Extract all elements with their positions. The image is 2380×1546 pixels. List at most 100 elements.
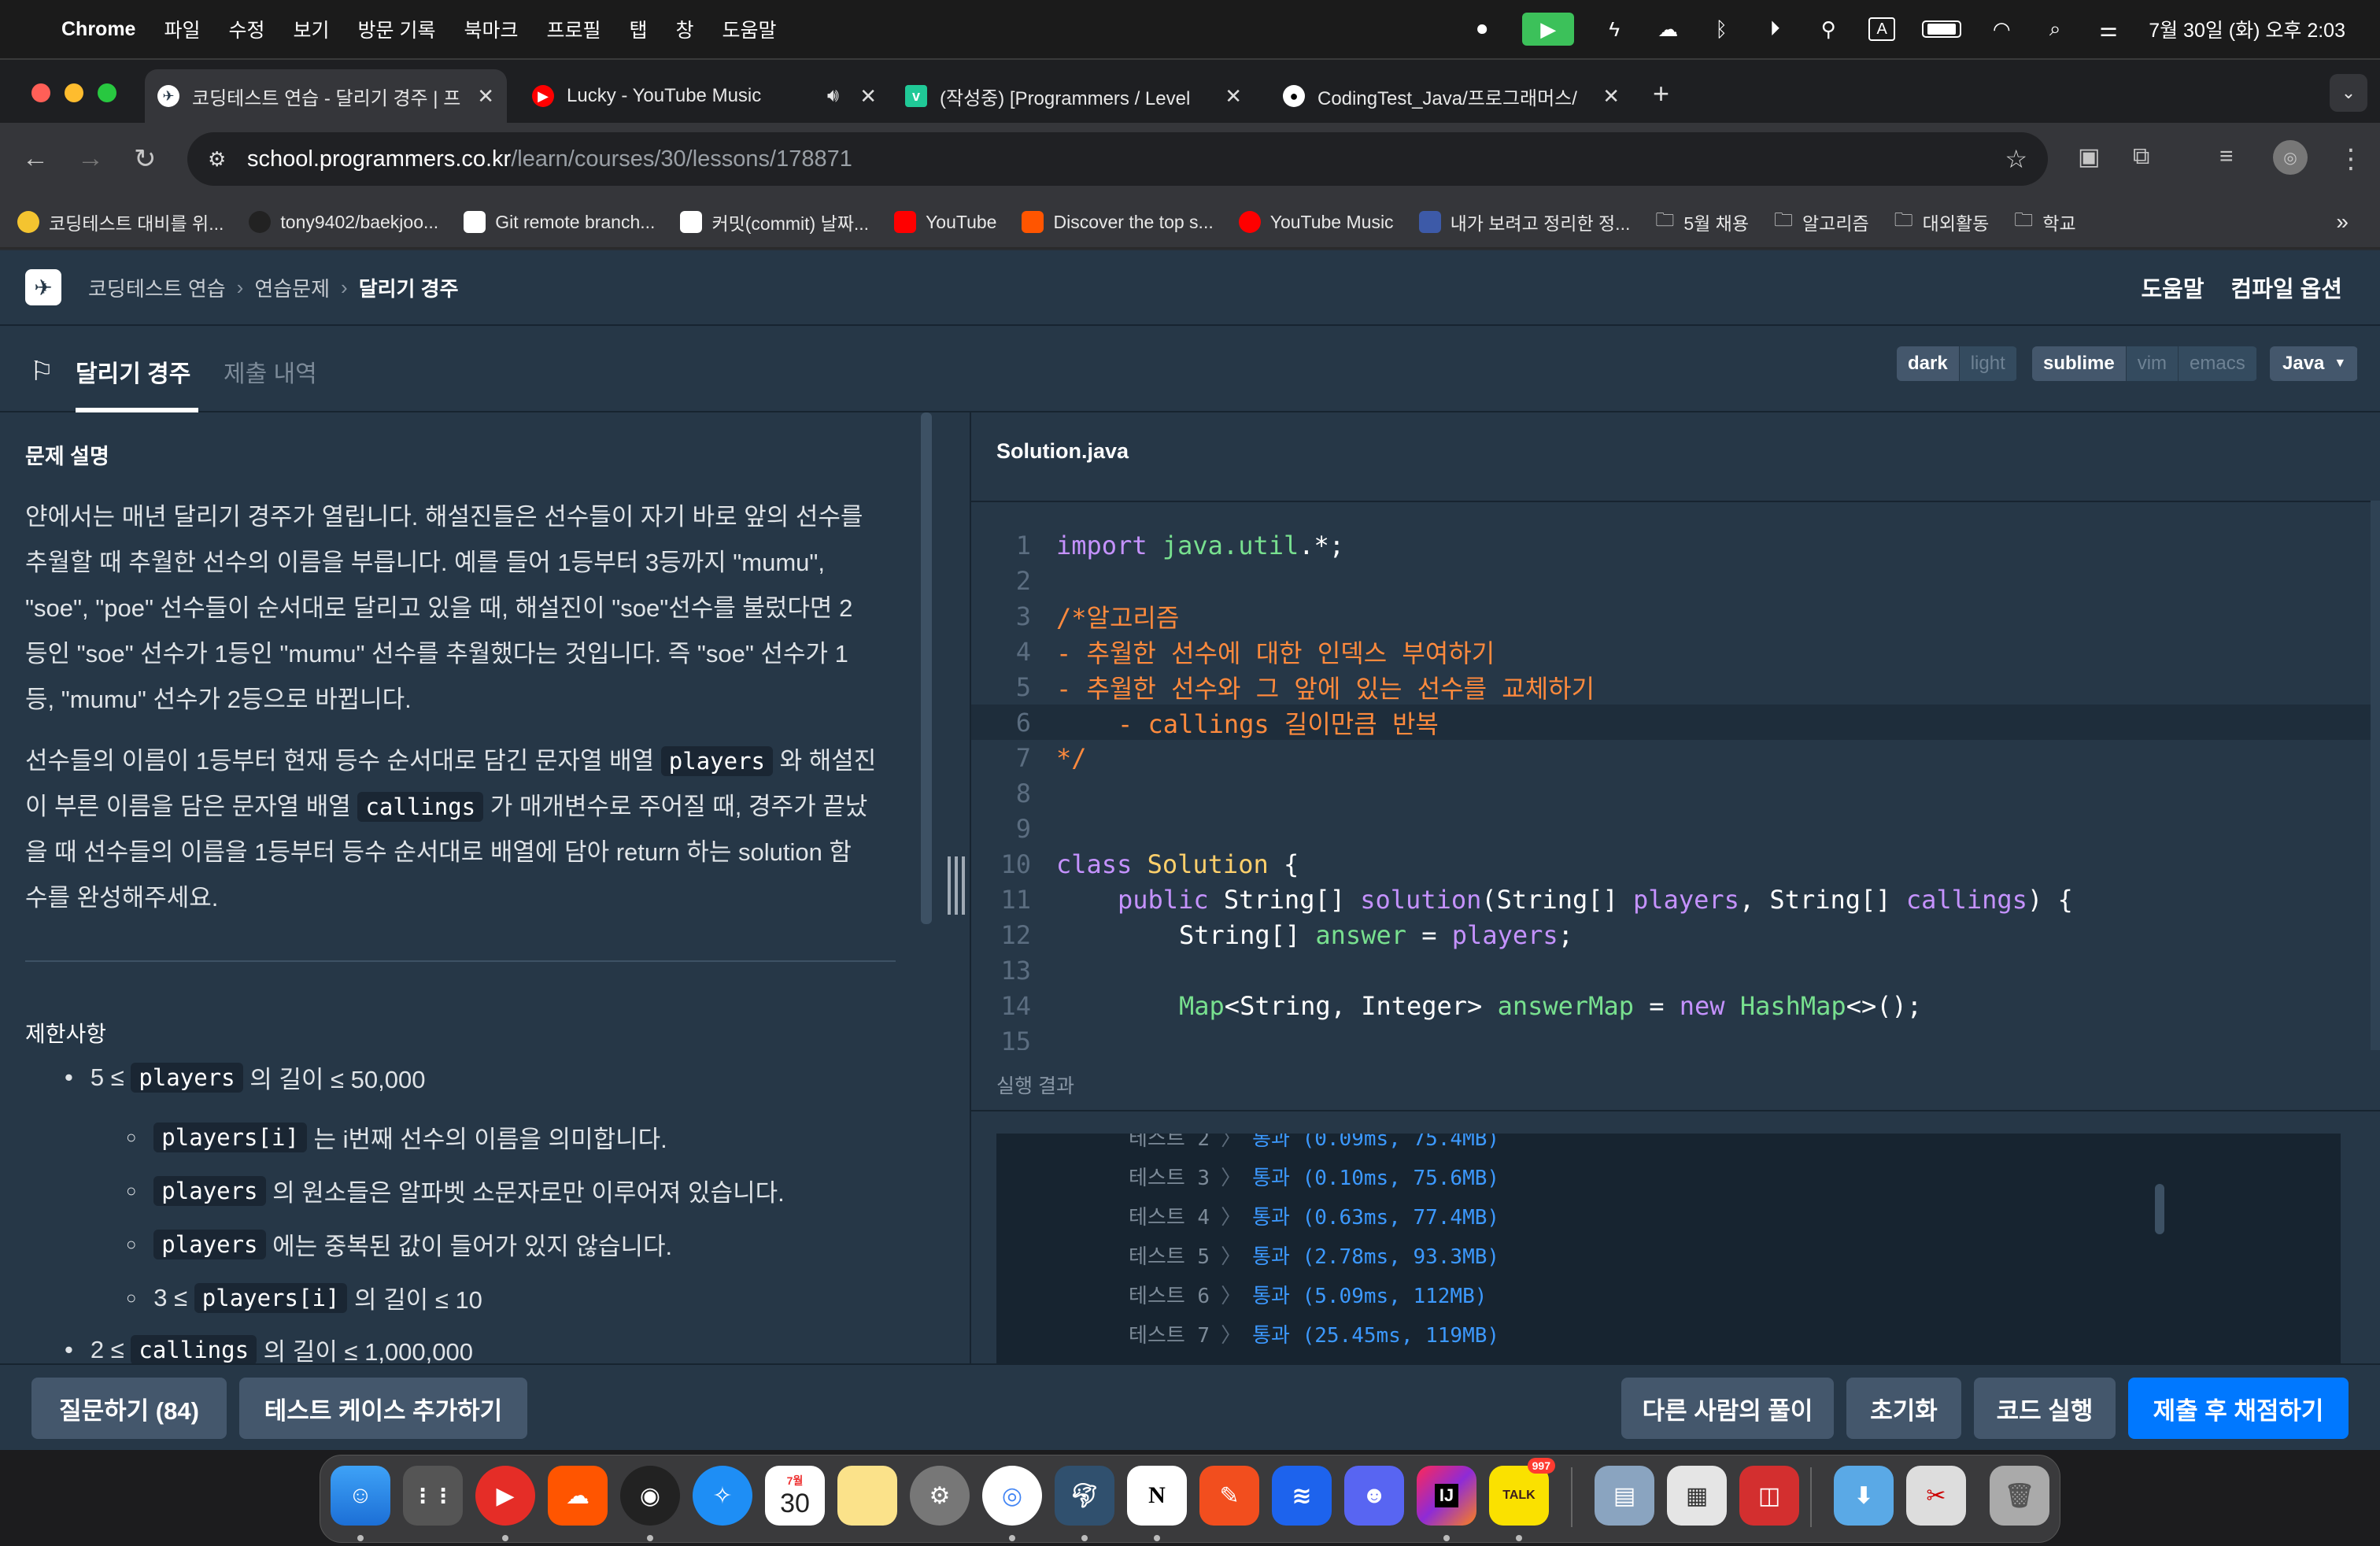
preview-icon[interactable]: ▤ <box>1595 1466 1654 1526</box>
bookmark-item[interactable]: Git remote branch... <box>464 211 655 233</box>
run-code-button[interactable]: 코드 실행 <box>1974 1378 2116 1439</box>
help-link[interactable]: 도움말 <box>2141 271 2204 304</box>
new-tab-icon[interactable]: + <box>1653 77 1669 110</box>
soundcloud-icon[interactable]: ☁ <box>548 1466 608 1526</box>
extensions-icon[interactable]: ⧉ <box>2133 143 2149 170</box>
chrome-menu-icon[interactable]: ⋮ <box>2338 143 2364 175</box>
breadcrumb-practice[interactable]: 연습문제 <box>254 273 330 302</box>
menu-file[interactable]: 파일 <box>164 15 200 43</box>
tab-programmers[interactable]: ✈ 코딩테스트 연습 - 달리기 경주 | 프 ✕ <box>145 69 507 123</box>
menu-view[interactable]: 보기 <box>294 15 330 43</box>
youtube-music-icon[interactable]: ▶ <box>475 1466 535 1526</box>
bookmark-item[interactable]: Discover the top s... <box>1022 211 1214 233</box>
theme-dark-button[interactable]: dark <box>1897 346 1960 381</box>
menu-app-name[interactable]: Chrome <box>61 18 135 41</box>
others-solutions-button[interactable]: 다른 사람의 풀이 <box>1621 1378 1834 1439</box>
notes-icon[interactable] <box>837 1466 897 1526</box>
stop-record-icon[interactable]: ⏺ <box>1469 17 1495 41</box>
url-field[interactable]: ⚙ school.programmers.co.kr/learn/courses… <box>187 132 2048 186</box>
bookmark-item[interactable]: 내가 보려고 정리한 정... <box>1418 209 1630 235</box>
bookmark-icon[interactable]: ⚐ <box>30 356 54 387</box>
downloads-folder-icon[interactable]: ⬇ <box>1834 1466 1894 1526</box>
input-source-icon[interactable]: A <box>1868 17 1896 41</box>
tab-github[interactable]: ● CodingTest_Java/프로그래머스/ ✕ <box>1270 69 1632 123</box>
chrome-icon[interactable]: ◎ <box>982 1466 1042 1526</box>
bookmark-folder[interactable]: 🗀 5월 채용 <box>1655 206 1749 239</box>
results-scrollbar[interactable] <box>2155 1184 2164 1234</box>
tab-submission-history[interactable]: 제출 내역 <box>224 354 317 389</box>
close-window-icon[interactable] <box>31 83 50 102</box>
tab-problem[interactable]: 달리기 경주 <box>76 354 190 389</box>
calendar-icon[interactable]: 7월 30 <box>765 1466 825 1526</box>
reset-button[interactable]: 초기화 <box>1846 1378 1961 1439</box>
pdf-viewer-icon[interactable]: ◫ <box>1739 1466 1799 1526</box>
programmers-logo-icon[interactable]: ✈ <box>25 269 61 305</box>
bookmark-item[interactable]: YouTube <box>894 211 996 233</box>
tab-velog[interactable]: v (작성중) [Programmers / Level ✕ <box>893 69 1255 123</box>
ask-question-button[interactable]: 질문하기 (84) <box>31 1378 227 1439</box>
breadcrumb-coding-test[interactable]: 코딩테스트 연습 <box>88 273 226 302</box>
keymap-sublime-button[interactable]: sublime <box>2032 346 2127 381</box>
tab-youtube-music[interactable]: ▶ Lucky - YouTube Music 🔊︎ ✕ <box>519 69 889 123</box>
intellij-icon[interactable]: IJ <box>1417 1466 1476 1526</box>
menu-window[interactable]: 창 <box>676 15 694 43</box>
description-scrollbar[interactable] <box>921 412 932 924</box>
mysql-workbench-icon[interactable]: 🐬︎ <box>1055 1466 1114 1526</box>
finder-icon[interactable]: ☺ <box>331 1466 390 1526</box>
bolt-icon[interactable]: ϟ <box>1601 17 1628 41</box>
play-circle-icon[interactable]: ⏵ <box>1761 17 1788 41</box>
profile-avatar[interactable]: ◎ <box>2273 140 2308 175</box>
launchpad-icon[interactable]: ⋮⋮ <box>403 1466 463 1526</box>
bookmark-folder[interactable]: 🗀 대외활동 <box>1894 206 1990 239</box>
menu-edit[interactable]: 수정 <box>228 15 264 43</box>
bookmark-item[interactable]: tony9402/baekjoo... <box>249 211 438 233</box>
safari-icon[interactable]: ✧ <box>693 1466 752 1526</box>
menu-history[interactable]: 방문 기록 <box>358 15 436 43</box>
bookmark-folder[interactable]: 🗀 학교 <box>2014 206 2075 239</box>
add-testcase-button[interactable]: 테스트 케이스 추가하기 <box>239 1378 527 1439</box>
tab-search-icon[interactable]: ⌄ <box>2330 74 2367 112</box>
editor-scrollbar[interactable] <box>2371 501 2380 1050</box>
compile-options-link[interactable]: 컴파일 옵션 <box>2231 271 2342 304</box>
menubar-clock[interactable]: 7월 30일 (화) 오후 2:03 <box>2149 15 2345 43</box>
media-controls-icon[interactable]: ≡ <box>2219 143 2234 170</box>
keymap-emacs-button[interactable]: emacs <box>2179 346 2257 381</box>
forward-icon[interactable]: → <box>77 143 104 174</box>
theme-light-button[interactable]: light <box>1959 346 2017 381</box>
facetime-icon[interactable]: ▶ <box>1522 13 1575 46</box>
menu-tab[interactable]: 탭 <box>630 15 648 43</box>
more-bookmarks-icon[interactable]: » <box>2336 209 2349 235</box>
bookmark-item[interactable]: 코딩테스트 대비를 위... <box>17 209 224 235</box>
reload-icon[interactable]: ↻ <box>134 143 157 175</box>
keymap-vim-button[interactable]: vim <box>2126 346 2179 381</box>
menu-profile[interactable]: 프로필 <box>546 15 601 43</box>
spotlight-icon[interactable]: ⌕ <box>2042 17 2068 41</box>
close-tab-icon[interactable]: ✕ <box>1602 84 1620 109</box>
bookmark-star-icon[interactable]: ☆ <box>2005 144 2027 174</box>
stack-icon[interactable]: ✂ <box>1906 1466 1966 1526</box>
bookmark-item[interactable]: YouTube Music <box>1238 211 1394 233</box>
battery-icon[interactable] <box>1922 20 1962 38</box>
menu-bookmarks[interactable]: 북마크 <box>464 15 518 43</box>
cloud-icon[interactable]: ☁ <box>1654 17 1681 41</box>
notion-icon[interactable]: N <box>1127 1466 1187 1526</box>
control-center-icon[interactable]: ⚌ <box>2095 17 2122 41</box>
results-output[interactable]: 테스트 2 〉 통과 (0.09ms, 75.4MB) 테스트 3 〉 통과 (0.10… <box>996 1134 2341 1363</box>
audio-playing-icon[interactable]: 🔊︎ <box>827 85 839 107</box>
screen-capture-icon[interactable]: ◉ <box>620 1466 680 1526</box>
bookmark-folder[interactable]: 🗀 알고리즘 <box>1774 206 1869 239</box>
calculator-icon[interactable]: ▦ <box>1667 1466 1727 1526</box>
close-tab-icon[interactable]: ✕ <box>1225 84 1242 109</box>
close-tab-icon[interactable]: ✕ <box>477 84 494 109</box>
code-editor[interactable]: 1 import java.util .*; 2 3 /*알고리즘 4 - 추월한 선수… <box>971 501 2380 1050</box>
system-settings-icon[interactable]: ⚙ <box>910 1466 970 1526</box>
postman-icon[interactable]: ✎ <box>1199 1466 1259 1526</box>
pane-resize-handle[interactable] <box>948 856 965 915</box>
wifi-icon[interactable]: ◠ <box>1988 17 2015 41</box>
controls-icon[interactable]: ⚲ <box>1815 17 1842 41</box>
zoom-window-icon[interactable] <box>98 83 116 102</box>
reader-icon[interactable]: ▣ <box>2078 143 2100 171</box>
bookmark-item[interactable]: 커밋(commit) 날짜... <box>680 209 869 235</box>
menu-help[interactable]: 도움말 <box>722 15 777 43</box>
close-tab-icon[interactable]: ✕ <box>859 84 877 109</box>
